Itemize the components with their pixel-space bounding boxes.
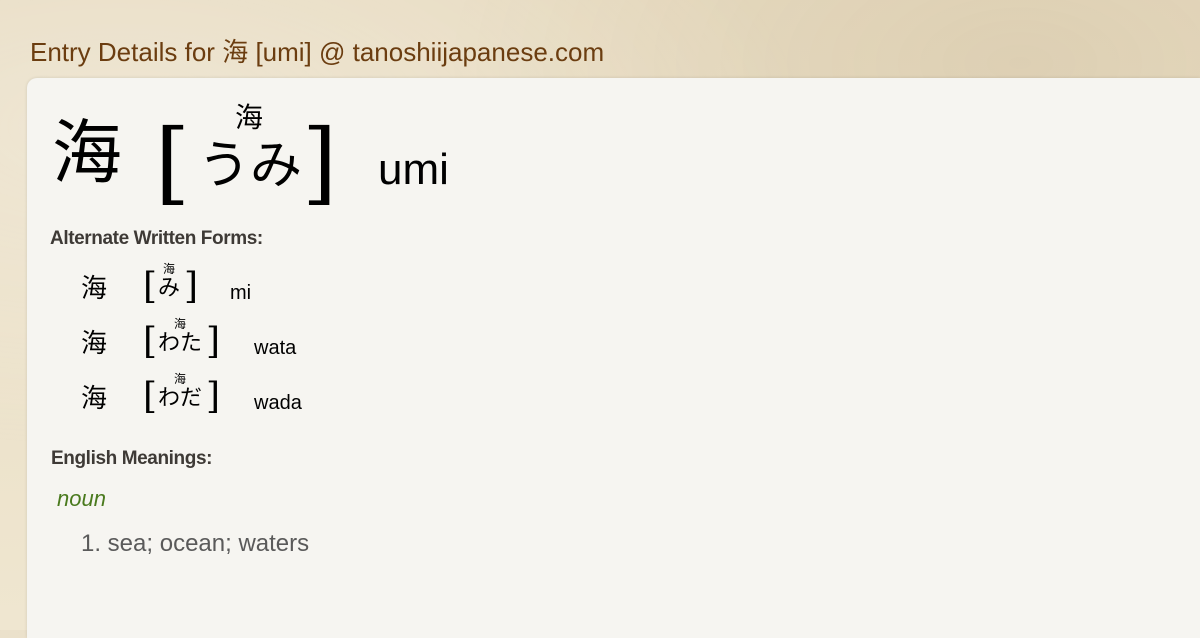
alternate-form-kanji: 海 [81, 329, 108, 359]
page-title-prefix: Entry Details for [30, 37, 215, 67]
alternate-form-bracket-close: ] [184, 266, 199, 307]
alternate-form-romaji: wada [254, 392, 302, 414]
alternate-form-romaji: wata [254, 337, 297, 359]
entry-furigana: 海 [235, 101, 264, 134]
entry-bracket-open: [ [155, 110, 191, 215]
entry-romaji: umi [378, 145, 449, 194]
alternate-form-furigana: 海 [163, 262, 176, 276]
alternate-form-reading: み [158, 276, 181, 301]
alternate-form-kanji: 海 [81, 274, 108, 304]
page-title-suffix: [umi] @ tanoshiijapanese.com [255, 37, 605, 67]
alternate-form-bracket-open: [ [143, 321, 158, 362]
page-title: Entry Details for 海 [umi] @ tanoshiijapa… [30, 32, 604, 69]
alternate-form-row: 海 [ 海 み ] mi [0, 263, 600, 313]
alternate-form-bracket-open: [ [143, 376, 158, 417]
alternate-form-reading: わた [158, 331, 203, 356]
part-of-speech-label: noun [57, 486, 106, 511]
alternate-form-furigana: 海 [174, 372, 187, 386]
alternate-form-bracket-open: [ [143, 266, 158, 307]
alternate-form-row: 海 [ 海 わた ] wata [0, 318, 600, 368]
english-meanings-label: English Meanings: [51, 448, 213, 469]
entry-reading: うみ [198, 136, 303, 196]
alternate-form-kanji: 海 [81, 384, 108, 414]
alternate-form-bracket-close: ] [206, 376, 221, 417]
alternate-form-reading: わだ [158, 386, 203, 411]
alternate-form-row: 海 [ 海 わだ ] wada [0, 373, 600, 423]
alternate-form-romaji: mi [230, 282, 252, 304]
entry-bracket-close: ] [302, 110, 338, 215]
meaning-item: 1. sea; ocean; waters [81, 530, 310, 557]
page-title-word: 海 [222, 38, 249, 68]
alternate-forms-label: Alternate Written Forms: [50, 228, 263, 249]
alternate-form-furigana: 海 [174, 317, 187, 331]
entry-kanji: 海 [52, 112, 122, 194]
alternate-form-bracket-close: ] [206, 321, 221, 362]
